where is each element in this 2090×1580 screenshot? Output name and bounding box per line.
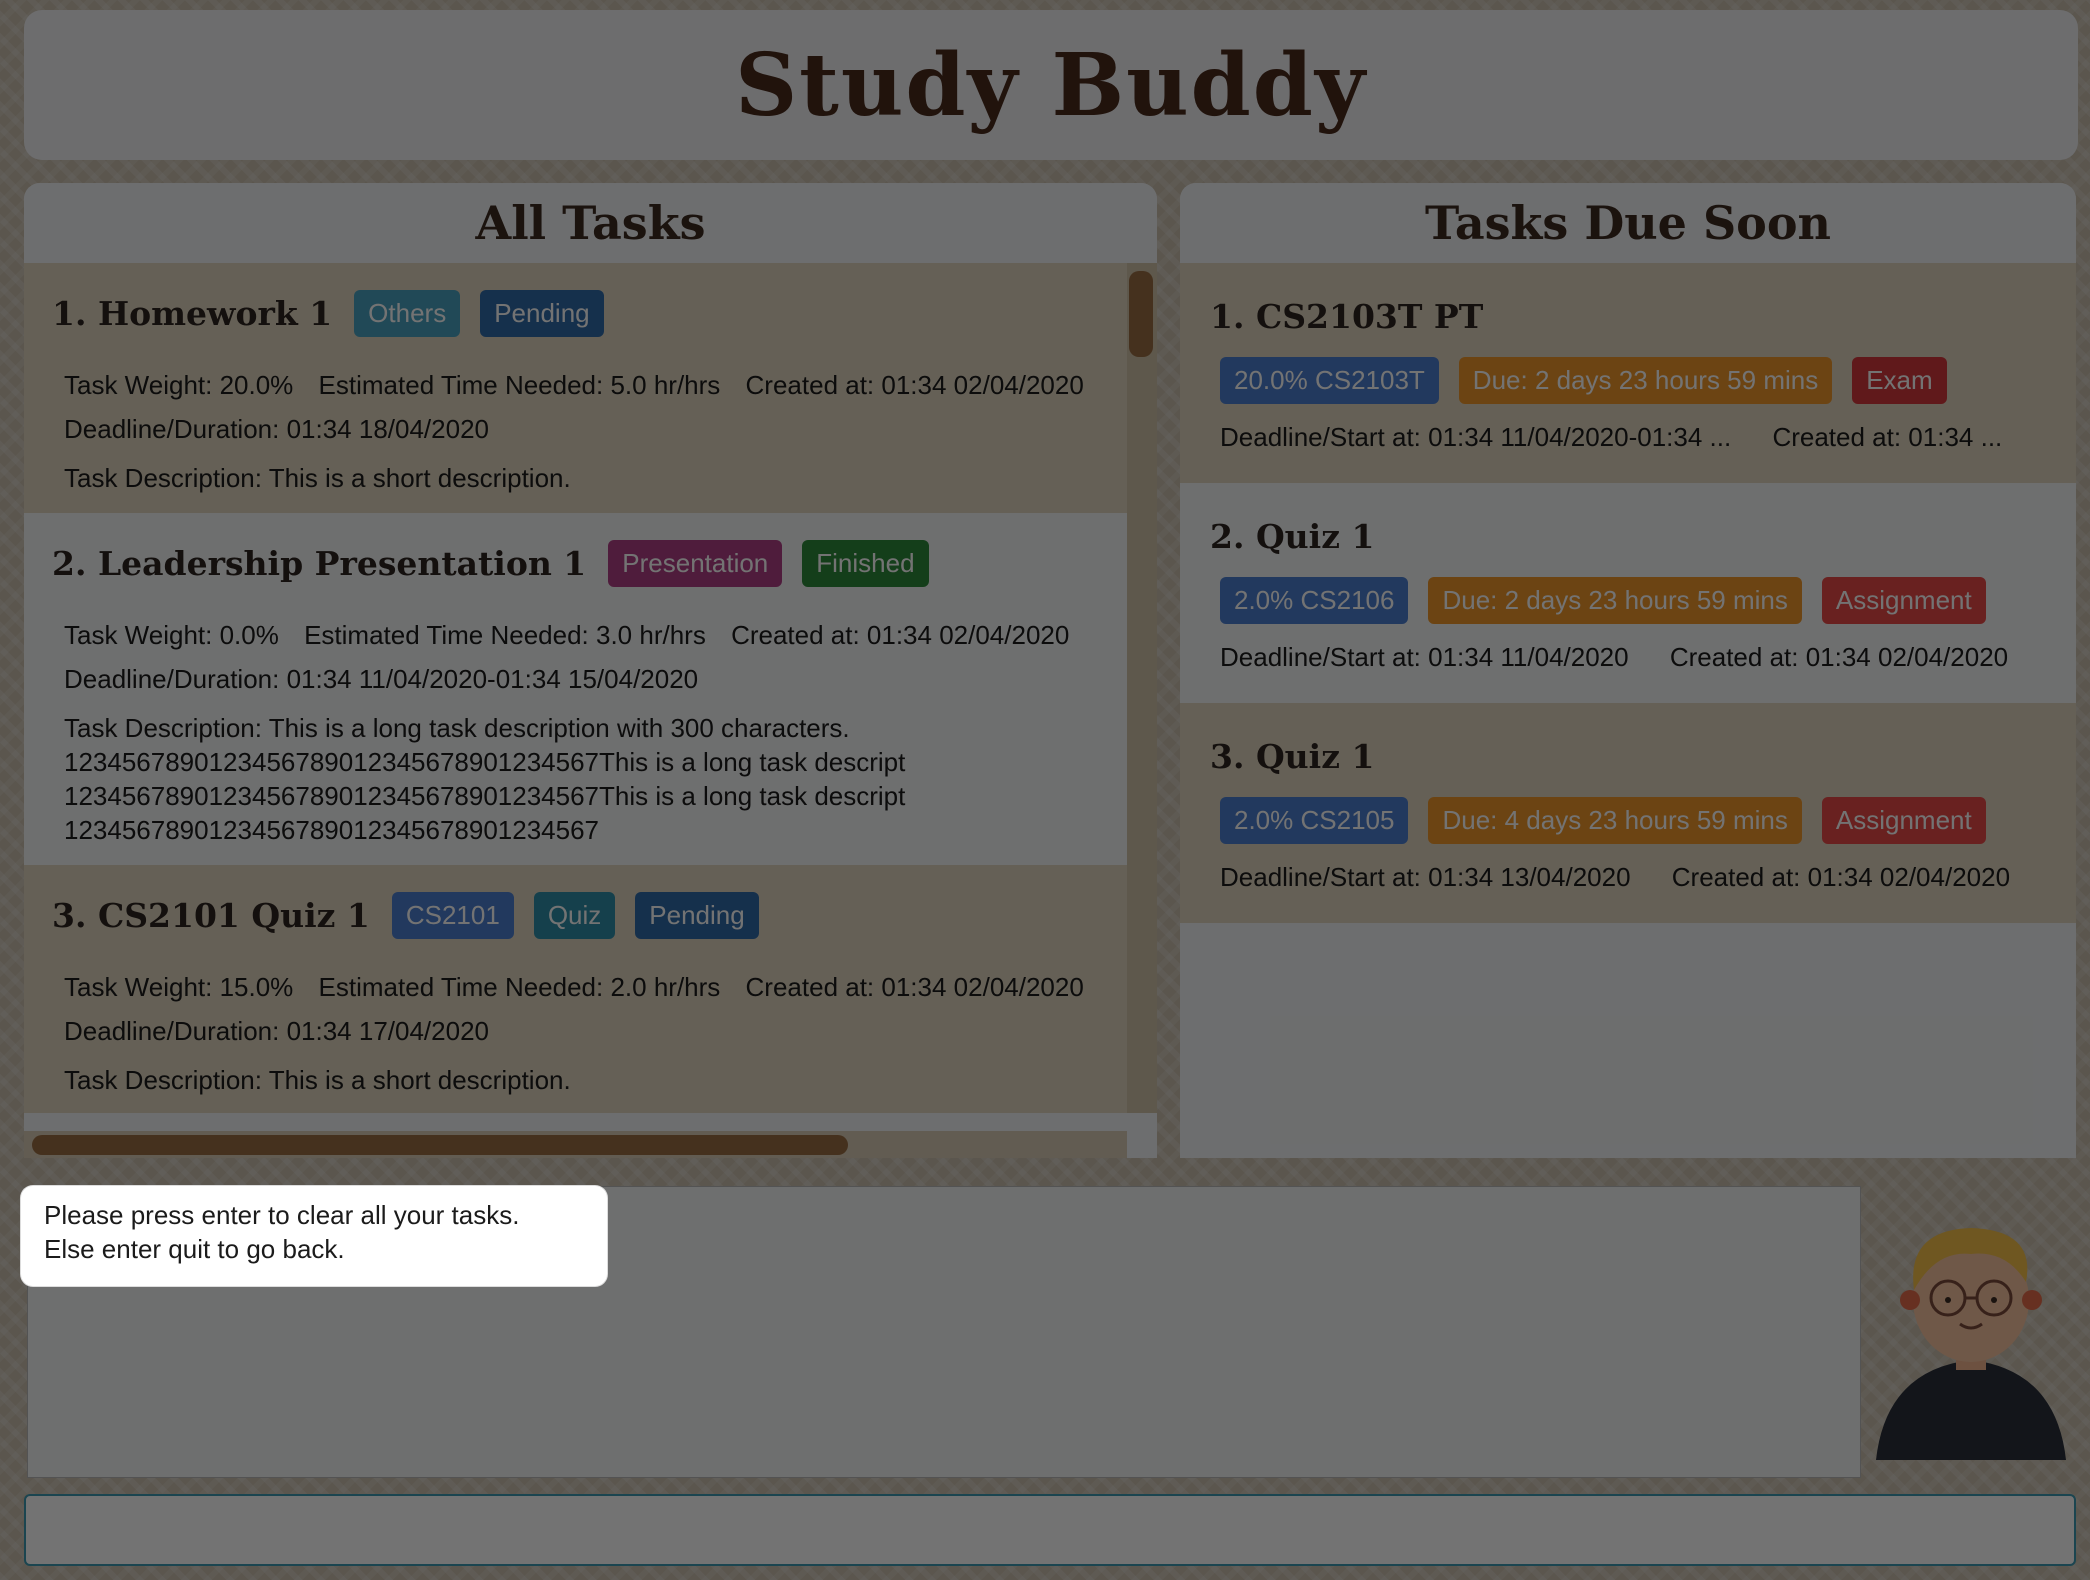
task-card[interactable]: 2. Leadership Presentation 1 Presentatio…: [24, 513, 1127, 865]
horizontal-scroll-thumb[interactable]: [32, 1135, 848, 1155]
task-deadline: Deadline/Start at: 01:34 11/04/2020: [1220, 642, 1629, 672]
task-time: Estimated Time Needed: 5.0 hr/hrs: [318, 370, 721, 400]
task-created: Created at: 01:34 02/04/2020: [731, 620, 1070, 650]
due-task-card[interactable]: 3. Quiz 1 2.0% CS2105 Due: 4 days 23 hou…: [1180, 703, 2076, 923]
task-time: Estimated Time Needed: 3.0 hr/hrs: [304, 620, 706, 650]
task-deadline: Deadline/Start at: 01:34 13/04/2020: [1220, 862, 1631, 892]
task-created: Created at: 01:34 02/04/2020: [745, 370, 1084, 400]
task-title: 2. Quiz 1: [1210, 516, 1375, 556]
task-card[interactable]: 3. CS2101 Quiz 1 CS2101 Quiz Pending Tas…: [24, 865, 1127, 1113]
task-type-tag: Assignment: [1821, 576, 1986, 624]
due-task-card[interactable]: 1. CS2103T PT 20.0% CS2103T Due: 2 days …: [1180, 263, 2076, 483]
task-description: Task Description: This is a short descri…: [64, 1065, 571, 1095]
task-weight: Task Weight: 20.0%: [64, 370, 294, 400]
module-tag: CS2101: [391, 891, 514, 939]
task-title: 1. Homework 1: [52, 293, 333, 333]
task-title: 1. CS2103T PT: [1210, 296, 1484, 336]
task-tag: Presentation: [608, 539, 783, 587]
due-countdown-tag: Due: 4 days 23 hours 59 mins: [1428, 796, 1802, 844]
task-deadline: Deadline/Start at: 01:34 11/04/2020-01:3…: [1220, 422, 1732, 452]
all-tasks-panel: All Tasks 1. Homework 1 Others Pending T…: [24, 183, 1157, 1158]
task-tag: Others: [354, 289, 461, 337]
due-countdown-tag: Due: 2 days 23 hours 59 mins: [1458, 356, 1833, 404]
task-deadline: Deadline/Duration: 01:34 17/04/2020: [64, 1016, 489, 1046]
task-created: Created at: 01:34 02/04/2020: [745, 972, 1084, 1002]
task-time: Estimated Time Needed: 2.0 hr/hrs: [318, 972, 721, 1002]
vertical-scrollbar[interactable]: [1127, 263, 1157, 1113]
task-description: Task Description: This is a long task de…: [64, 713, 906, 845]
task-weight: Task Weight: 0.0%: [64, 620, 279, 650]
app-title: Study Buddy: [735, 34, 1367, 136]
app-header: Study Buddy: [24, 10, 2078, 160]
weight-module-tag: 2.0% CS2106: [1220, 576, 1409, 624]
study-buddy-window: Study Buddy All Tasks 1. Homework 1 Othe…: [0, 0, 2090, 1580]
task-type-tag: Assignment: [1821, 796, 1986, 844]
task-tag: Quiz: [533, 891, 616, 939]
task-title: 3. Quiz 1: [1210, 736, 1375, 776]
weight-module-tag: 2.0% CS2105: [1220, 796, 1409, 844]
task-deadline: Deadline/Duration: 01:34 11/04/2020-01:3…: [64, 664, 699, 694]
task-description: Task Description: This is a short descri…: [64, 463, 571, 493]
status-badge: Finished: [802, 539, 929, 587]
task-card[interactable]: 1. Homework 1 Others Pending Task Weight…: [24, 263, 1127, 513]
status-badge: Pending: [635, 891, 759, 939]
task-weight: Task Weight: 15.0%: [64, 972, 294, 1002]
confirmation-popup: Please press enter to clear all your tas…: [21, 1186, 607, 1286]
task-deadline: Deadline/Duration: 01:34 18/04/2020: [64, 414, 489, 444]
due-task-card[interactable]: 2. Quiz 1 2.0% CS2106 Due: 2 days 23 hou…: [1180, 483, 2076, 703]
all-tasks-list[interactable]: 1. Homework 1 Others Pending Task Weight…: [24, 263, 1127, 1113]
command-input[interactable]: [24, 1494, 2076, 1566]
due-soon-title: Tasks Due Soon: [1180, 183, 2076, 263]
popup-line-2: Else enter quit to go back.: [44, 1234, 345, 1264]
due-countdown-tag: Due: 2 days 23 hours 59 mins: [1428, 576, 1802, 624]
task-type-tag: Exam: [1852, 356, 1947, 404]
popup-line-1: Please press enter to clear all your tas…: [44, 1200, 520, 1230]
task-created: Created at: 01:34 02/04/2020: [1669, 642, 2009, 672]
weight-module-tag: 20.0% CS2103T: [1220, 356, 1439, 404]
task-title: 3. CS2101 Quiz 1: [52, 895, 370, 935]
task-title: 2. Leadership Presentation 1: [52, 543, 587, 583]
study-buddy-avatar: [1876, 1228, 2066, 1460]
due-soon-panel: Tasks Due Soon 1. CS2103T PT 20.0% CS210…: [1180, 183, 2076, 1158]
all-tasks-title: All Tasks: [24, 183, 1157, 263]
task-created: Created at: 01:34 02/04/2020: [1671, 862, 2011, 892]
vertical-scroll-thumb[interactable]: [1129, 271, 1153, 357]
status-badge: Pending: [480, 289, 604, 337]
task-created: Created at: 01:34 ...: [1772, 422, 2003, 452]
